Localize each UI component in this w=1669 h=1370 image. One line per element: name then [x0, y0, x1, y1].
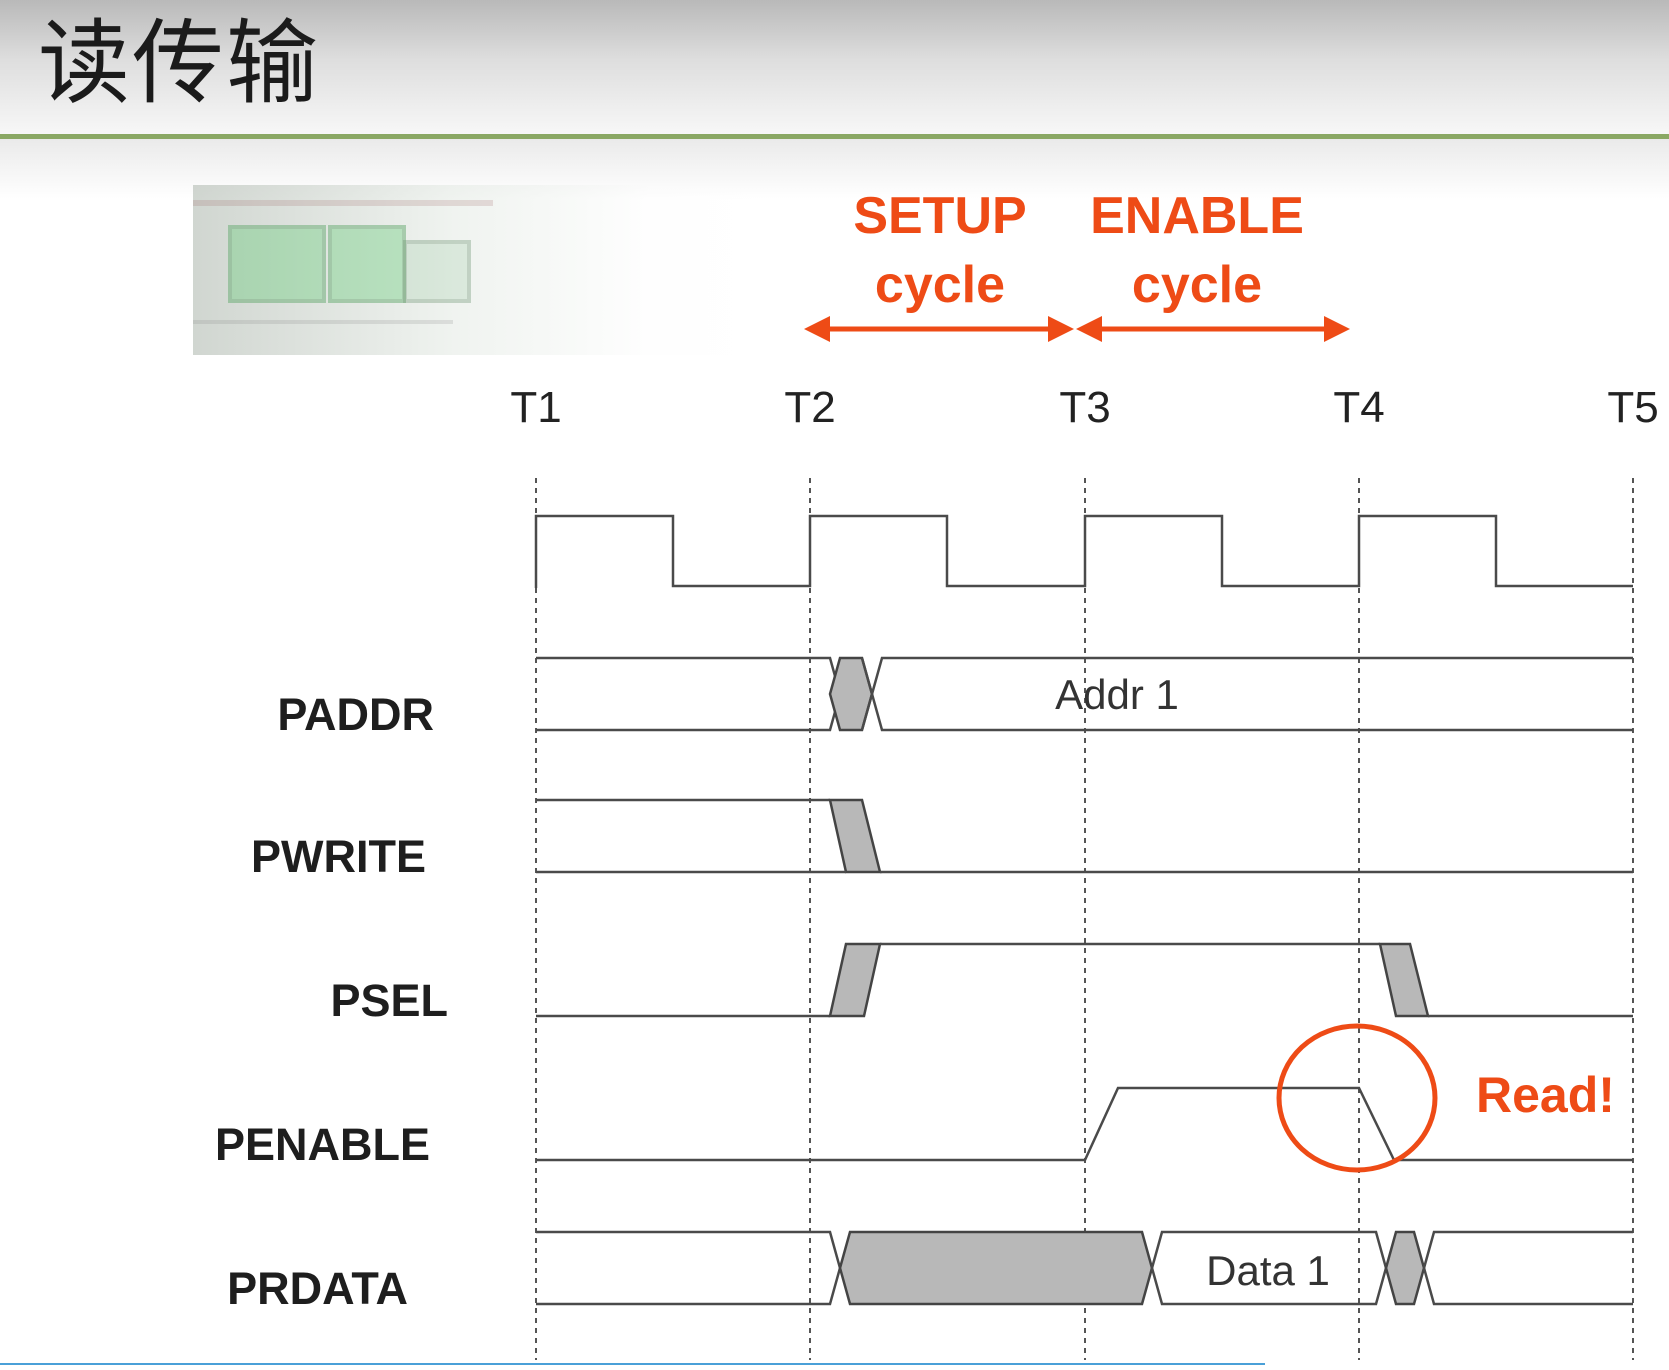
- signal-label-prdata: PRDATA: [227, 1263, 408, 1314]
- signal-label-paddr: PADDR: [277, 689, 434, 740]
- tick-label-t5: T5: [1607, 383, 1658, 432]
- prdata-waveform: [536, 1230, 1633, 1306]
- read-highlight-circle: [1276, 1023, 1438, 1173]
- signal-label-psel: PSEL: [330, 975, 448, 1026]
- apb-read-timing-diagram: SETUP cycle ENABLE cycle T1 T2 T3 T4 T5 …: [215, 187, 1659, 1360]
- signal-label-penable: PENABLE: [215, 1119, 430, 1170]
- enable-label-line2: cycle: [1132, 256, 1262, 314]
- read-annotation: Read!: [1476, 1067, 1615, 1123]
- setup-label-line2: cycle: [875, 256, 1005, 314]
- tick-label-t4: T4: [1333, 383, 1384, 432]
- tick-label-t3: T3: [1059, 383, 1110, 432]
- enable-cycle-arrow: [1076, 316, 1350, 342]
- tick-label-t2: T2: [784, 383, 835, 432]
- setup-label-line1: SETUP: [853, 187, 1026, 245]
- paddr-value: Addr 1: [1055, 671, 1179, 718]
- tick-label-t1: T1: [510, 383, 561, 432]
- signal-label-pwrite: PWRITE: [251, 831, 426, 882]
- pclk-waveform: [534, 514, 1633, 588]
- enable-label-line1: ENABLE: [1090, 187, 1304, 245]
- footer-rule: [0, 1363, 1265, 1365]
- prdata-value: Data 1: [1206, 1247, 1330, 1294]
- setup-cycle-arrow: [804, 316, 1074, 342]
